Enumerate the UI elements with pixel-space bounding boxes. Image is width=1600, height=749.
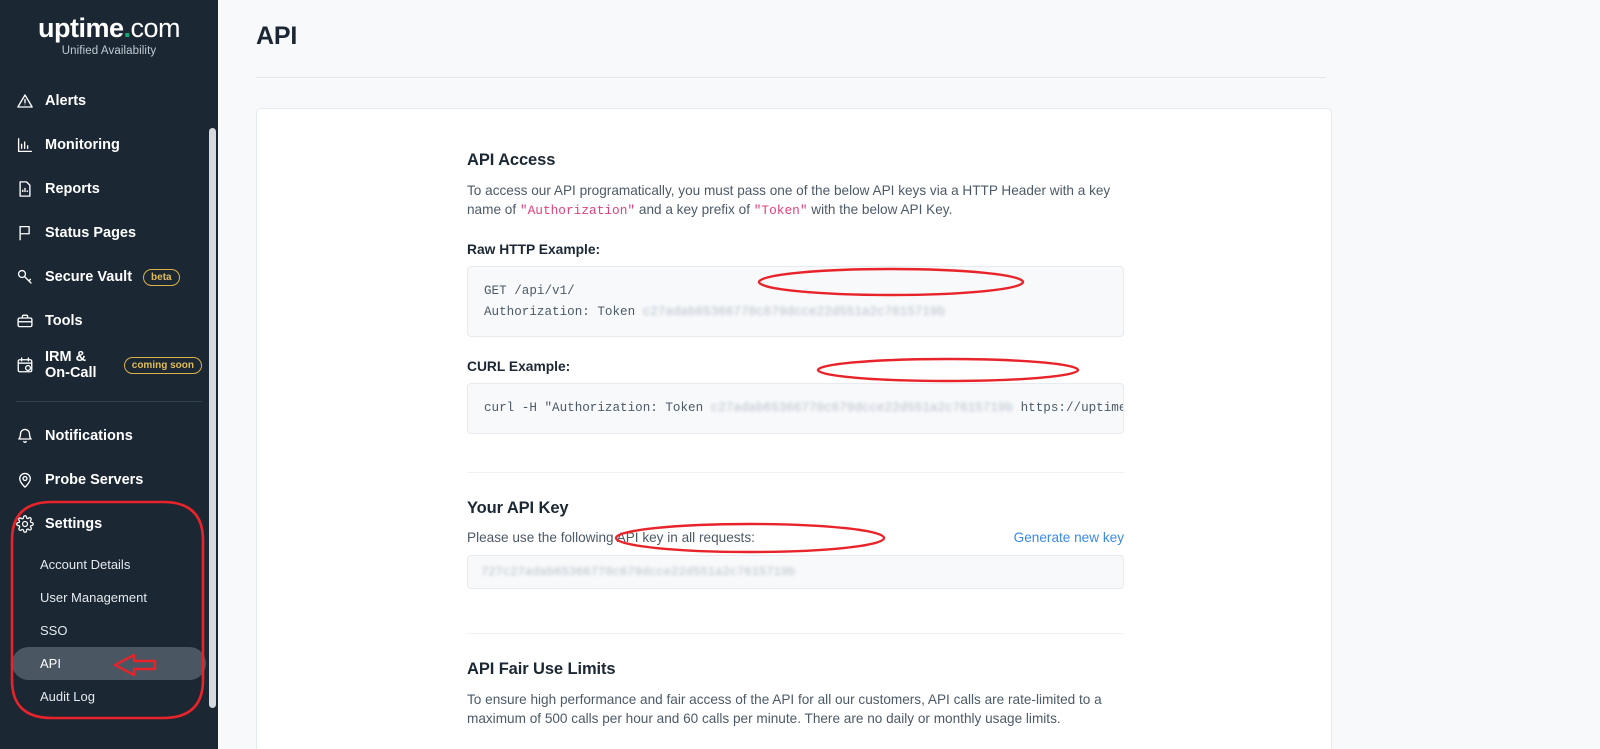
annotation-ellipse-api-key xyxy=(614,522,886,554)
annotation-outline-settings-group xyxy=(10,500,205,720)
annotation-ellipse-curl-token xyxy=(816,357,1080,383)
app-root: uptime.com Unified Availability Alerts M… xyxy=(0,0,1600,749)
left-arrow-annotation-icon xyxy=(113,653,157,677)
annotation-overlay xyxy=(10,267,1080,720)
annotation-ellipse-raw-token xyxy=(757,267,1025,297)
